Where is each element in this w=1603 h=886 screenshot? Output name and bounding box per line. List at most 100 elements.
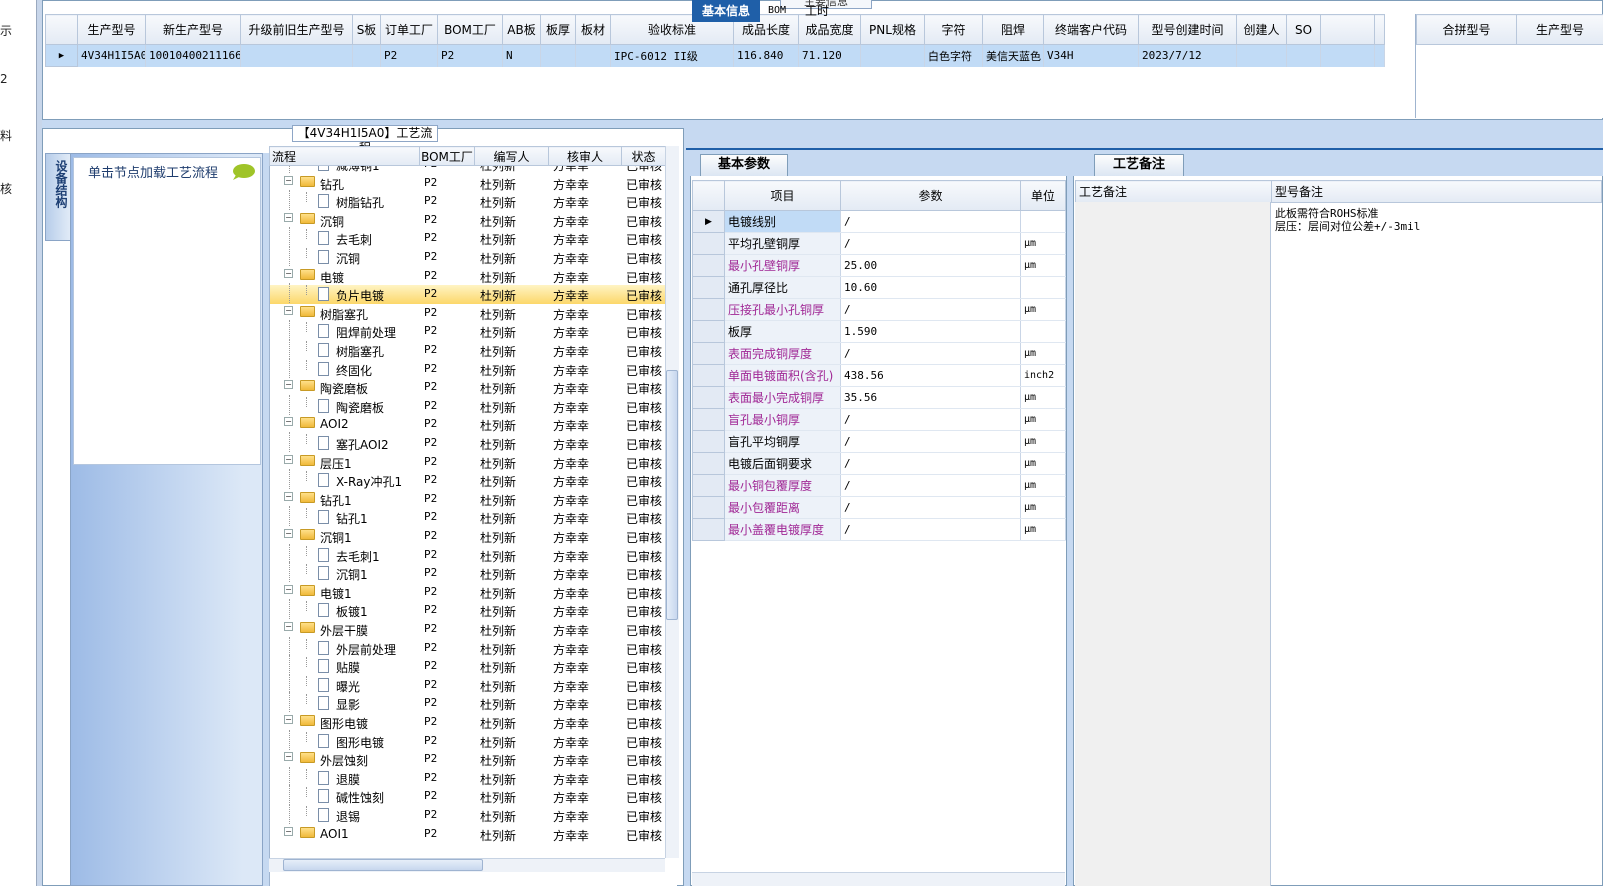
collapse-icon[interactable]: − — [284, 752, 293, 762]
tab-bom[interactable]: BOM — [762, 0, 792, 22]
collapse-icon[interactable]: − — [284, 268, 293, 278]
main-col-header[interactable]: 板厚 — [540, 14, 576, 45]
main-cell[interactable] — [1236, 44, 1287, 67]
tree-row[interactable]: − 陶瓷磨板 P2 杜列新 方幸幸 已审核 — [270, 378, 666, 397]
tree-row[interactable]: − AOI2 P2 杜列新 方幸幸 已审核 — [270, 415, 666, 434]
param-row[interactable]: 最小铜包覆厚度 / μm — [692, 474, 1066, 497]
param-value[interactable]: / — [840, 518, 1021, 541]
main-cell[interactable]: P2 — [437, 44, 503, 67]
model-note-text[interactable]: 此板需符合ROHS标准 层压：层间对位公差+/-3mil — [1275, 207, 1420, 233]
param-row[interactable]: 电镀后面铜要求 / μm — [692, 452, 1066, 475]
tree-row[interactable]: 钻孔1 P2 杜列新 方幸幸 已审核 — [270, 506, 666, 527]
tree-row[interactable]: − 钻孔1 P2 杜列新 方幸幸 已审核 — [270, 490, 666, 509]
param-row[interactable]: 盲孔最小铜厚 / μm — [692, 408, 1066, 431]
main-cell[interactable]: 2023/7/12 — [1138, 44, 1237, 67]
collapse-icon[interactable]: − — [284, 622, 293, 631]
main-col-header[interactable]: 终端客户代码 — [1043, 14, 1139, 45]
main-cell[interactable]: 10010400211166 — [145, 44, 241, 67]
main-cell[interactable]: 71.120 — [798, 44, 861, 67]
tree-row[interactable]: − 电镀 P2 杜列新 方幸幸 已审核 — [270, 267, 666, 286]
tree-row[interactable]: 显影 P2 杜列新 方幸幸 已审核 — [270, 692, 666, 713]
main-cell[interactable]: IPC-6012 II级 — [610, 44, 734, 67]
left-nav-item[interactable]: 示 — [0, 22, 12, 39]
tree-hscroll-thumb[interactable] — [283, 859, 483, 871]
param-row[interactable]: 通孔厚径比 10.60 — [692, 276, 1066, 299]
param-value[interactable]: / — [840, 342, 1021, 365]
param-row[interactable]: 最小包覆距离 / μm — [692, 496, 1066, 519]
tab-basic-params[interactable]: 基本参数 — [700, 154, 788, 176]
main-col-header[interactable]: 生产型号 — [77, 14, 146, 45]
param-row[interactable]: 最小盖覆电镀厚度 / μm — [692, 518, 1066, 541]
param-row[interactable]: 盲孔平均铜厚 / μm — [692, 430, 1066, 453]
tree-row[interactable]: 沉铜1 P2 杜列新 方幸幸 已审核 — [270, 562, 666, 583]
tree-row[interactable]: − 图形电镀 P2 杜列新 方幸幸 已审核 — [270, 713, 666, 732]
tab-basic-info[interactable]: 基本信息 — [692, 0, 760, 22]
main-col-header[interactable]: 新生产型号 — [145, 14, 241, 45]
tree-row[interactable]: − 树脂塞孔 P2 杜列新 方幸幸 已审核 — [270, 304, 666, 323]
main-col-header[interactable]: 板材 — [575, 14, 611, 45]
param-value[interactable]: / — [840, 210, 1021, 233]
tab-process-notes[interactable]: 工艺备注 — [1094, 154, 1184, 176]
param-row[interactable]: 表面完成铜厚度 / μm — [692, 342, 1066, 365]
main-col-header[interactable]: 型号创建时间 — [1138, 14, 1237, 45]
param-value[interactable]: 25.00 — [840, 254, 1021, 277]
tree-row[interactable]: 树脂塞孔 P2 杜列新 方幸幸 已审核 — [270, 339, 666, 360]
tab-work-hours[interactable]: 工时 — [797, 0, 837, 22]
main-col-header[interactable]: SO — [1286, 14, 1321, 45]
param-row[interactable]: ▶ 电镀线别 / — [692, 210, 1066, 233]
main-col-header[interactable]: S板 — [352, 14, 381, 45]
collapse-icon[interactable]: − — [284, 826, 293, 836]
notes-col-header[interactable]: 工艺备注 — [1075, 180, 1272, 203]
tree-row[interactable]: 贴膜 P2 杜列新 方幸幸 已审核 — [270, 655, 666, 676]
param-row[interactable]: 单面电镀面积(含孔) 438.56 inch2 — [692, 364, 1066, 387]
main-col-header[interactable]: AB板 — [502, 14, 541, 45]
tree-row[interactable]: 退膜 P2 杜列新 方幸幸 已审核 — [270, 766, 666, 788]
main-col-header[interactable]: 订单工厂 — [380, 14, 438, 45]
tree-row[interactable]: − AOI1 P2 杜列新 方幸幸 已审核 — [270, 825, 666, 844]
main-cell[interactable]: 美信天蓝色 — [982, 44, 1044, 67]
main-cell[interactable]: 116.840 — [733, 44, 799, 67]
tree-row[interactable]: − 钻孔 P2 杜列新 方幸幸 已审核 — [270, 174, 666, 193]
collapse-icon[interactable]: − — [284, 491, 293, 501]
collapse-icon[interactable]: − — [284, 529, 293, 538]
tree-row[interactable]: 板镀1 P2 杜列新 方幸幸 已审核 — [270, 599, 666, 620]
tree-row[interactable]: 树脂钻孔 P2 杜列新 方幸幸 已审核 — [270, 190, 666, 211]
param-col-header[interactable]: 单位 — [1020, 180, 1066, 211]
tree-row[interactable]: 陶瓷磨板 P2 杜列新 方幸幸 已审核 — [270, 394, 666, 416]
structure-list[interactable] — [73, 157, 261, 465]
param-row[interactable]: 表面最小完成铜厚 35.56 μm — [692, 386, 1066, 409]
main-cell[interactable]: V34H — [1043, 44, 1139, 67]
tree-scroll-thumb[interactable] — [666, 370, 678, 620]
collapse-icon[interactable]: − — [284, 305, 293, 315]
param-value[interactable]: 438.56 — [840, 364, 1021, 387]
main-cell[interactable] — [860, 44, 925, 67]
tree-row[interactable]: − 外层蚀刻 P2 杜列新 方幸幸 已审核 — [270, 750, 666, 769]
param-value[interactable]: / — [840, 430, 1021, 453]
collapse-icon[interactable]: − — [284, 417, 293, 427]
tree-row[interactable]: − 层压1 P2 杜列新 方幸幸 已审核 — [270, 453, 666, 472]
param-value[interactable]: / — [840, 298, 1021, 321]
tree-row[interactable]: 阻焊前处理 P2 杜列新 方幸幸 已审核 — [270, 320, 666, 341]
main-cell[interactable] — [575, 44, 611, 67]
param-value[interactable]: / — [840, 452, 1021, 475]
param-row[interactable]: 板厚 1.590 — [692, 320, 1066, 343]
tree-row[interactable]: 退锡 P2 杜列新 方幸幸 已审核 — [270, 804, 666, 825]
tree-col-header[interactable]: 流程 — [269, 146, 420, 166]
main-col-header[interactable]: BOM工厂 — [437, 14, 503, 45]
collapse-icon[interactable]: − — [284, 454, 293, 464]
main-col-header[interactable]: PNL规格 — [860, 14, 925, 45]
main-cell[interactable] — [240, 44, 353, 67]
tree-row[interactable]: 去毛刺 P2 杜列新 方幸幸 已审核 — [270, 227, 666, 248]
param-value[interactable]: 1.590 — [840, 320, 1021, 343]
notes-col-header[interactable]: 型号备注 — [1271, 180, 1602, 203]
tree-row[interactable]: 外层前处理 P2 杜列新 方幸幸 已审核 — [270, 636, 666, 658]
collapse-icon[interactable]: − — [284, 584, 293, 594]
process-note-field[interactable] — [1075, 202, 1271, 886]
param-value[interactable]: / — [840, 474, 1021, 497]
tree-row[interactable]: 终固化 P2 杜列新 方幸幸 已审核 — [270, 357, 666, 379]
tree-row[interactable]: 负片电镀 P2 杜列新 方幸幸 已审核 — [270, 283, 666, 304]
params-horizontal-scrollbar[interactable] — [692, 872, 1065, 886]
main-col-header[interactable]: 字符 — [924, 14, 983, 45]
horizontal-splitter[interactable] — [42, 120, 1603, 128]
param-value[interactable]: / — [840, 496, 1021, 519]
